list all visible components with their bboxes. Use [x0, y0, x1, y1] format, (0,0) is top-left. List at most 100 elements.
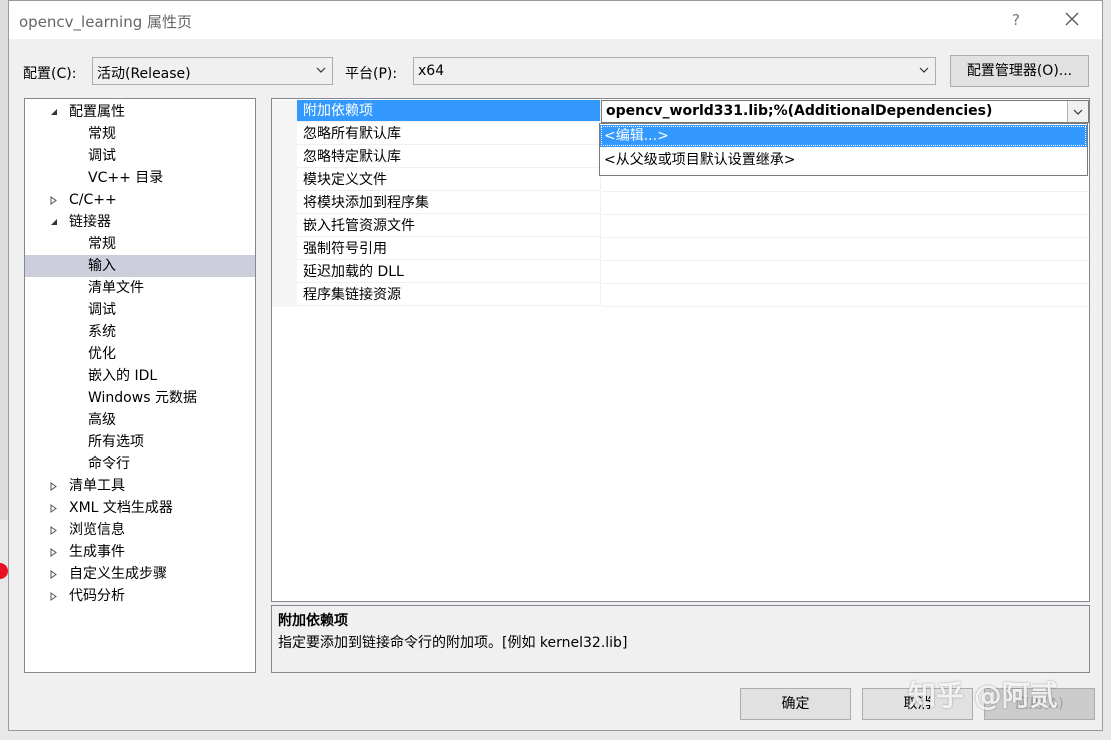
tree-item-label: 嵌入的 IDL — [88, 368, 158, 384]
property-row[interactable]: 强制符号引用 — [272, 238, 1089, 261]
tree-item[interactable]: 自定义生成步骤 — [25, 563, 255, 585]
tree-item[interactable]: 常规 — [25, 233, 255, 255]
property-row[interactable]: 延迟加载的 DLL — [272, 261, 1089, 284]
title-bar: opencv_learning 属性页 ? — [9, 1, 1102, 39]
tree-item[interactable]: 代码分析 — [25, 585, 255, 607]
tree-item[interactable]: 系统 — [25, 321, 255, 343]
row-gutter — [272, 284, 297, 307]
tree-item[interactable]: 清单工具 — [25, 475, 255, 497]
property-name[interactable]: 程序集链接资源 — [297, 284, 601, 306]
property-row[interactable]: 附加依赖项 opencv_world331.lib;%(AdditionalDep… — [272, 100, 1089, 123]
platform-value: x64 — [418, 63, 445, 79]
tree-item-label: 清单工具 — [69, 478, 125, 494]
tree-item-label: 生成事件 — [69, 544, 125, 560]
expanded-triangle-icon[interactable] — [49, 101, 61, 123]
tree-item[interactable]: 嵌入的 IDL — [25, 365, 255, 387]
tree-item-label: 链接器 — [69, 214, 111, 230]
tree-item-label: 常规 — [88, 126, 116, 142]
tree-item[interactable]: 输入 — [25, 255, 255, 277]
row-gutter — [272, 215, 297, 238]
dropdown-option[interactable]: <从父级或项目默认设置继承> — [600, 149, 1087, 171]
tree-item-label: 调试 — [88, 148, 116, 164]
tree-item-label: Windows 元数据 — [88, 390, 197, 406]
collapsed-triangle-icon[interactable] — [49, 497, 61, 519]
tree-item[interactable]: 优化 — [25, 343, 255, 365]
config-combo[interactable]: 活动(Release) — [92, 57, 333, 85]
tree-item-label: XML 文档生成器 — [69, 500, 173, 516]
property-name[interactable]: 延迟加载的 DLL — [297, 261, 601, 283]
dropdown-button[interactable] — [1067, 101, 1088, 122]
row-gutter — [272, 169, 297, 192]
property-name[interactable]: 忽略特定默认库 — [297, 146, 601, 168]
tree-item[interactable]: 链接器 — [25, 211, 255, 233]
property-value[interactable] — [601, 238, 1089, 261]
property-row[interactable]: 将模块添加到程序集 — [272, 192, 1089, 215]
tree-item[interactable]: 常规 — [25, 123, 255, 145]
property-value[interactable] — [601, 261, 1089, 284]
collapsed-triangle-icon[interactable] — [49, 541, 61, 563]
property-value[interactable] — [601, 215, 1089, 238]
tree-item[interactable]: 所有选项 — [25, 431, 255, 453]
property-name[interactable]: 模块定义文件 — [297, 169, 601, 191]
property-name[interactable]: 附加依赖项 — [297, 100, 601, 122]
help-button[interactable]: ? — [1005, 9, 1027, 31]
tree-item-label: 输入 — [88, 258, 116, 274]
tree-item-label: C/C++ — [69, 192, 117, 208]
tree-item-label: 优化 — [88, 346, 116, 362]
tree-item[interactable]: 配置属性 — [25, 101, 255, 123]
description-panel: 附加依赖项 指定要添加到链接命令行的附加项。[例如 kernel32.lib] — [271, 605, 1090, 673]
tree-item-label: VC++ 目录 — [88, 170, 164, 186]
tree-item-label: 所有选项 — [88, 434, 144, 450]
config-manager-button[interactable]: 配置管理器(O)... — [950, 55, 1089, 87]
close-button[interactable] — [1059, 9, 1085, 31]
expanded-triangle-icon[interactable] — [49, 211, 61, 233]
error-icon — [0, 563, 8, 579]
tree-item[interactable]: 命令行 — [25, 453, 255, 475]
collapsed-triangle-icon[interactable] — [49, 189, 61, 211]
property-row[interactable]: 程序集链接资源 — [272, 284, 1089, 307]
collapsed-triangle-icon[interactable] — [49, 519, 61, 541]
tree-item-label: 命令行 — [88, 456, 130, 472]
property-row[interactable]: 嵌入托管资源文件 — [272, 215, 1089, 238]
dropdown-option[interactable]: <编辑...> — [600, 125, 1087, 147]
tree-item[interactable]: 清单文件 — [25, 277, 255, 299]
property-value[interactable] — [601, 192, 1089, 215]
platform-combo[interactable]: x64 — [413, 57, 936, 85]
row-gutter — [272, 123, 297, 146]
chevron-down-icon — [1073, 109, 1083, 115]
tree-item[interactable]: C/C++ — [25, 189, 255, 211]
row-gutter — [272, 261, 297, 284]
property-name[interactable]: 忽略所有默认库 — [297, 123, 601, 145]
tree-item-label: 清单文件 — [88, 280, 144, 296]
row-gutter — [272, 100, 297, 123]
tree-item[interactable]: 调试 — [25, 299, 255, 321]
tree-item[interactable]: VC++ 目录 — [25, 167, 255, 189]
window-title: opencv_learning 属性页 — [19, 13, 193, 31]
property-name[interactable]: 强制符号引用 — [297, 238, 601, 260]
config-value: 活动(Release) — [97, 66, 191, 82]
ok-button[interactable]: 确定 — [740, 688, 851, 720]
row-gutter — [272, 146, 297, 169]
property-value[interactable] — [601, 284, 1089, 307]
tree-item-label: 调试 — [88, 302, 116, 318]
property-name[interactable]: 将模块添加到程序集 — [297, 192, 601, 214]
tree-item[interactable]: 调试 — [25, 145, 255, 167]
tree-item[interactable]: 浏览信息 — [25, 519, 255, 541]
tree-item-label: 配置属性 — [69, 104, 125, 120]
collapsed-triangle-icon[interactable] — [49, 563, 61, 585]
property-name[interactable]: 嵌入托管资源文件 — [297, 215, 601, 237]
tree-item[interactable]: Windows 元数据 — [25, 387, 255, 409]
description-text: 指定要添加到链接命令行的附加项。[例如 kernel32.lib] — [278, 635, 628, 651]
config-label: 配置(C): — [23, 66, 77, 82]
close-icon — [1065, 12, 1079, 26]
tree-item-label: 浏览信息 — [69, 522, 125, 538]
tree-item[interactable]: 高级 — [25, 409, 255, 431]
property-value-combo[interactable]: opencv_world331.lib;%(AdditionalDependen… — [601, 100, 1089, 123]
tree-item-label: 系统 — [88, 324, 116, 340]
tree-item-label: 常规 — [88, 236, 116, 252]
tree-item[interactable]: XML 文档生成器 — [25, 497, 255, 519]
collapsed-triangle-icon[interactable] — [49, 475, 61, 497]
collapsed-triangle-icon[interactable] — [49, 585, 61, 607]
row-gutter — [272, 238, 297, 261]
tree-item[interactable]: 生成事件 — [25, 541, 255, 563]
